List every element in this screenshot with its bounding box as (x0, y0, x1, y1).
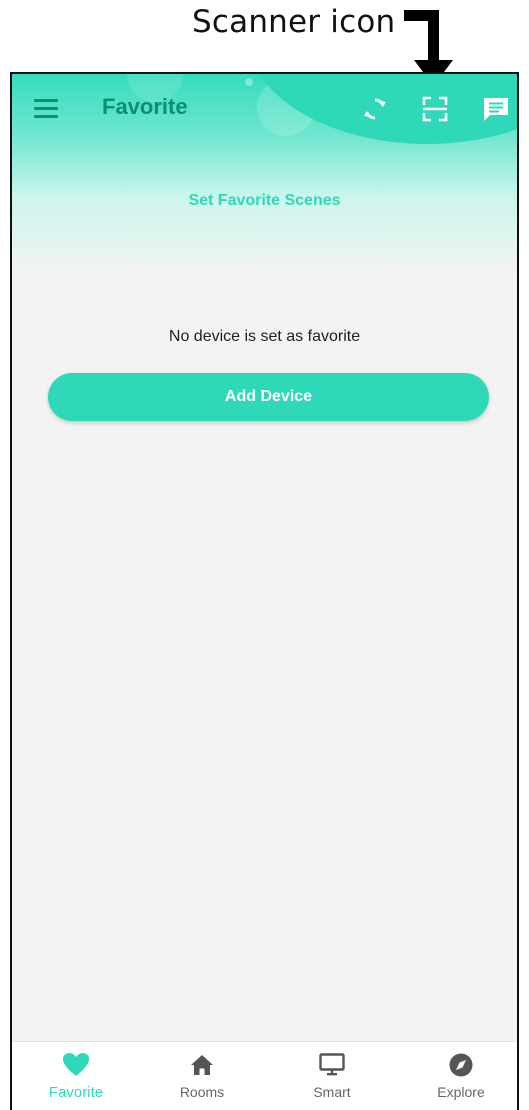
scanner-icon[interactable] (420, 94, 450, 124)
page-title: Favorite (102, 94, 188, 119)
nav-label-smart: Smart (313, 1084, 351, 1100)
nav-item-smart[interactable]: Smart (272, 1042, 392, 1110)
nav-label-explore: Explore (437, 1084, 485, 1100)
empty-state-message: No device is set as favorite (168, 328, 361, 345)
nav-item-rooms[interactable]: Rooms (142, 1042, 262, 1110)
compass-icon (449, 1053, 473, 1077)
header: Favorite Set Favorite Scenes (12, 74, 517, 274)
nav-label-rooms: Rooms (179, 1084, 225, 1100)
menu-icon[interactable] (34, 98, 60, 120)
monitor-icon (319, 1053, 345, 1076)
annotation-label: Scanner icon (192, 4, 396, 40)
annotation-bar: Scanner icon (0, 0, 529, 86)
sync-icon[interactable] (360, 94, 390, 124)
nav-item-explore[interactable]: Explore (401, 1042, 517, 1110)
message-icon[interactable] (481, 94, 511, 124)
heart-icon (63, 1053, 89, 1076)
toolbar: Favorite (12, 74, 517, 144)
set-favorite-scenes-link[interactable]: Set Favorite Scenes (12, 192, 517, 210)
app-screen: Favorite Set Favorite Scenes No device i… (10, 72, 519, 1110)
nav-item-favorite[interactable]: Favorite (16, 1042, 136, 1110)
bottom-navigation: Favorite Rooms Smart Explore (12, 1041, 517, 1110)
add-device-button[interactable]: Add Device (48, 373, 489, 421)
home-icon (191, 1055, 213, 1075)
nav-label-favorite: Favorite (48, 1084, 104, 1101)
